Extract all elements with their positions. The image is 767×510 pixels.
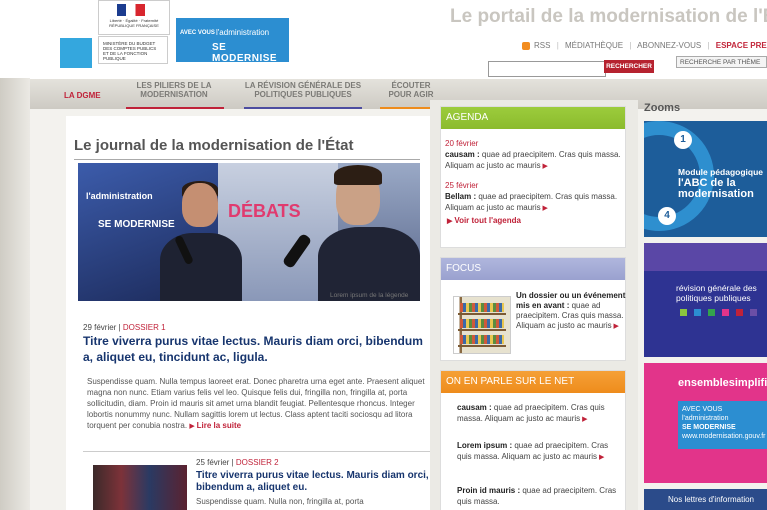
page: Liberté · Égalité · Fraternité RÉPUBLIQU…	[0, 0, 767, 510]
focus-title: FOCUS	[441, 258, 625, 280]
arrow-right-icon: ▶	[540, 163, 548, 170]
video-caption: Lorem ipsum de la légende	[330, 292, 409, 299]
read-more-link[interactable]: Lire la suite	[197, 421, 241, 430]
net-box: ON EN PARLE SUR LE NET causam : quae ad …	[440, 370, 626, 510]
zooms-title: Zooms	[644, 102, 681, 114]
page-title: Le journal de la modernisation de l'État	[74, 137, 354, 154]
republique-francaise-logo[interactable]: Liberté · Égalité · Fraternité RÉPUBLIQU…	[98, 0, 170, 35]
arrow-right-icon: ▶	[597, 454, 605, 461]
video-banner-text-2: SE MODERNISE	[98, 219, 175, 230]
rf-logo-text: Liberté · Égalité · Fraternité RÉPUBLIQU…	[109, 18, 159, 28]
header-banner[interactable]: AVEC VOUS l'administration SE MODERNISE	[176, 18, 289, 64]
agenda-title: AGENDA	[441, 107, 625, 129]
article-thumbnail[interactable]	[93, 465, 187, 510]
arrow-right-icon: ▶	[611, 323, 619, 330]
speaker-left	[160, 233, 242, 301]
zoom-abc-modernisation[interactable]: 1 4 Module pédagogique l'ABC de la moder…	[644, 121, 767, 237]
search-button[interactable]: RECHERCHER	[604, 60, 654, 73]
arrow-right-icon: ▶	[540, 205, 548, 212]
focus-thumbnail[interactable]	[453, 296, 511, 354]
rss-icon[interactable]	[522, 41, 530, 50]
banner-avec-vous: AVEC VOUS	[180, 30, 215, 36]
flag-icon	[117, 4, 145, 16]
speaker-right	[318, 227, 420, 301]
video-player[interactable]: l'administration SE MODERNISE DÉBATS	[78, 163, 420, 301]
abonnez-link[interactable]: ABONNEZ-VOUS	[637, 41, 701, 50]
portal-title: Le portail de la modernisation de l'État	[450, 6, 767, 27]
mediatheque-link[interactable]: MÉDIATHÈQUE	[565, 41, 623, 50]
nav-item-ecouter[interactable]: ÉCOUTER POUR AGIR	[380, 81, 442, 99]
net-title: ON EN PARLE SUR LE NET	[441, 371, 625, 393]
top-links: RSS | MÉDIATHÈQUE | ABONNEZ-VOUS | ESPAC…	[522, 41, 767, 50]
dossier-link[interactable]: DOSSIER 1	[123, 323, 166, 332]
nav-item-dgme[interactable]: LA DGME	[64, 91, 101, 100]
article-title[interactable]: Titre viverra purus vitae lectus. Mauris…	[196, 460, 432, 494]
zoom3-banner: AVEC VOUS l'administration SE MODERNISE …	[678, 401, 767, 449]
newsletter-link[interactable]: Nos lettres d'information	[644, 489, 767, 510]
list-item[interactable]: Lorem ipsum : quae ad praecipitem. Cras …	[457, 440, 621, 463]
list-item[interactable]: Proin id mauris : quae ad praecipitem. C…	[457, 485, 621, 507]
zoom1-text: Module pédagogique l'ABC de la modernisa…	[678, 167, 763, 200]
list-item[interactable]: 20 février causam : quae ad praecipitem.…	[445, 138, 623, 172]
arrow-right-icon: ▶	[189, 423, 197, 430]
article-date: 29 février | DOSSIER 1	[83, 323, 166, 332]
video-debat-text: DÉBATS	[228, 201, 301, 221]
ministere-logo[interactable]: MINISTÈRE DU BUDGET DES COMPTES PUBLICS …	[98, 36, 168, 64]
search-input[interactable]	[488, 61, 606, 77]
site-logo[interactable]	[60, 38, 92, 68]
article-body: Suspendisse quam. Nulla non, fringilla a…	[196, 497, 364, 506]
list-item[interactable]: causam : quae ad praecipitem. Cras quis …	[457, 402, 621, 425]
banner-administration: l'administration	[216, 28, 270, 37]
article-title[interactable]: Titre viverra purus vitae lectus. Mauris…	[83, 333, 423, 365]
agenda-box: AGENDA 20 février causam : quae ad praec…	[440, 106, 626, 248]
zoom2-text: révision générale des politiques publiqu…	[676, 283, 757, 303]
focus-box: FOCUS Un dossier ou un événement mis en …	[440, 257, 626, 361]
arrow-right-icon: ▶	[580, 416, 588, 423]
zoom-rgpp[interactable]: révision générale des politiques publiqu…	[644, 243, 767, 357]
list-item[interactable]: 25 février Bellam : quae ad praecipitem.…	[445, 180, 623, 214]
agenda-all-link[interactable]: ▶ Voir tout l'agenda	[447, 216, 521, 225]
zoom-ensemble-simplifions[interactable]: ensemblesimplifi AVEC VOUS l'administrat…	[644, 363, 767, 483]
nav-item-piliers[interactable]: LES PILIERS DE LA MODERNISATION	[124, 81, 224, 99]
focus-text[interactable]: Un dossier ou un événement mis en avant …	[516, 291, 626, 332]
nav-item-revision[interactable]: LA RÉVISION GÉNÉRALE DES POLITIQUES PUBL…	[244, 81, 362, 99]
espace-presse-link[interactable]: ESPACE PRESSE	[716, 41, 767, 50]
banner-se-modernise: SE MODERNISE	[212, 42, 278, 64]
theme-search-button[interactable]: RECHERCHE PAR THÈME	[676, 56, 767, 68]
zoom3-title: ensemblesimplifi	[678, 377, 767, 389]
rss-link[interactable]: RSS	[534, 41, 550, 50]
article-body: Suspendisse quam. Nulla tempus laoreet e…	[87, 377, 425, 430]
